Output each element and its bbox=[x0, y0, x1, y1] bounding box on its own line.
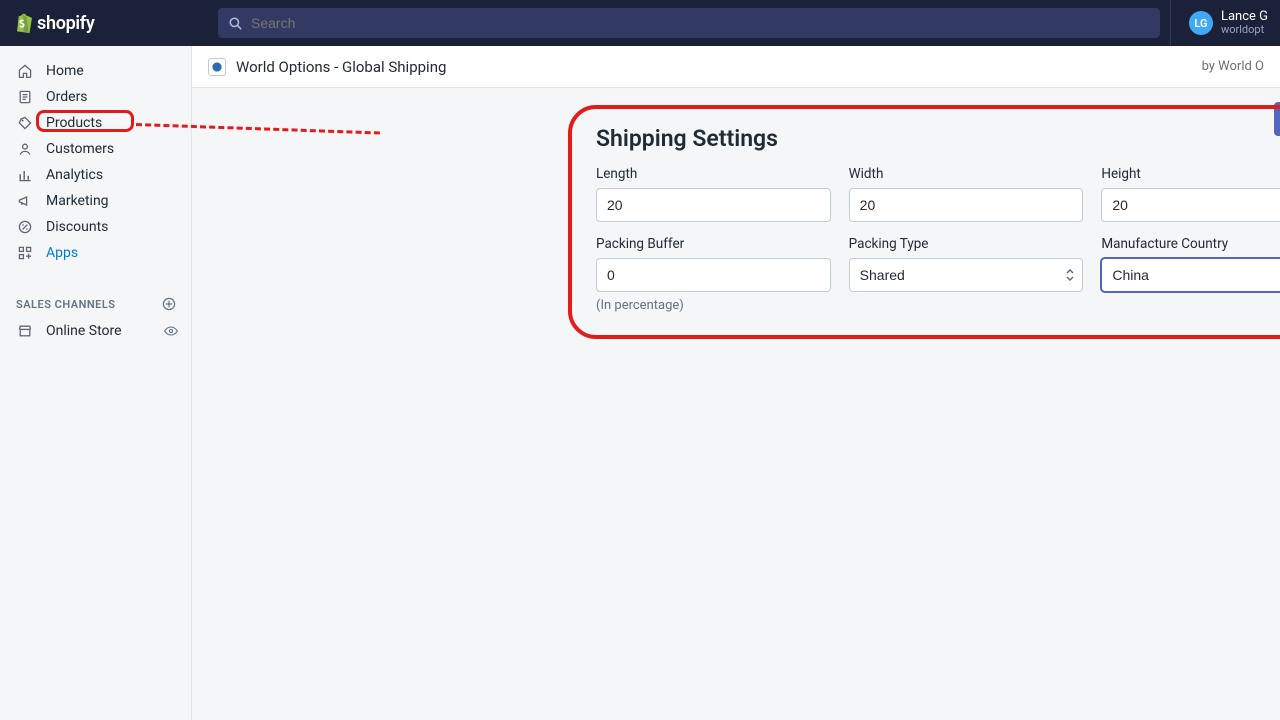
app-byline: by World O bbox=[1202, 59, 1264, 74]
sidebar-item-label: Apps bbox=[46, 245, 78, 261]
ptype-label: Packing Type bbox=[849, 236, 1084, 252]
length-label: Length bbox=[596, 166, 831, 182]
width-input[interactable] bbox=[849, 188, 1084, 222]
sidebar-item-label: Online Store bbox=[46, 323, 122, 339]
app-bar: World Options - Global Shipping by World… bbox=[192, 46, 1280, 88]
sidebar-item-marketing[interactable]: Marketing bbox=[0, 188, 191, 214]
user-meta: Lance G worldopt bbox=[1221, 10, 1268, 36]
search-wrap bbox=[192, 8, 1170, 38]
sidebar-item-orders[interactable]: Orders bbox=[0, 84, 191, 110]
avatar: LG bbox=[1189, 11, 1213, 35]
logo[interactable]: shopify bbox=[12, 12, 192, 34]
tag-icon bbox=[16, 114, 34, 132]
annotation-highlight bbox=[36, 110, 134, 132]
megaphone-icon bbox=[16, 192, 34, 210]
country-label: Manufacture Country bbox=[1101, 236, 1280, 252]
sidebar-item-discounts[interactable]: Discounts bbox=[0, 214, 191, 240]
shopify-bag-icon bbox=[12, 12, 32, 34]
content: Shipping Settings Length Width Height bbox=[192, 88, 1280, 720]
sidebar: Home Orders Products Customers Analytics… bbox=[0, 46, 192, 720]
section-header-label: SALES CHANNELS bbox=[16, 298, 116, 311]
sidebar-item-customers[interactable]: Customers bbox=[0, 136, 191, 162]
store-icon bbox=[16, 322, 34, 340]
length-input[interactable] bbox=[596, 188, 831, 222]
sidebar-item-home[interactable]: Home bbox=[0, 58, 191, 84]
user-block[interactable]: LG Lance G worldopt bbox=[1170, 0, 1280, 46]
add-channel-icon[interactable] bbox=[161, 296, 177, 312]
sidebar-item-label: Analytics bbox=[46, 167, 103, 183]
field-width: Width bbox=[849, 166, 1084, 222]
customer-icon bbox=[16, 140, 34, 158]
orders-icon bbox=[16, 88, 34, 106]
apps-icon bbox=[16, 244, 34, 262]
sidebar-item-label: Marketing bbox=[46, 193, 109, 209]
search-input[interactable] bbox=[251, 15, 1150, 31]
logo-text: shopify bbox=[37, 13, 95, 34]
buffer-label: Packing Buffer bbox=[596, 236, 831, 252]
discount-icon bbox=[16, 218, 34, 236]
ptype-select[interactable] bbox=[849, 258, 1084, 292]
search-box[interactable] bbox=[218, 8, 1160, 38]
sidebar-item-label: Home bbox=[46, 63, 84, 79]
buffer-hint: (In percentage) bbox=[596, 298, 831, 313]
main: World Options - Global Shipping by World… bbox=[192, 46, 1280, 720]
user-name: Lance G bbox=[1221, 10, 1268, 24]
field-height: Height bbox=[1101, 166, 1280, 222]
sidebar-item-apps[interactable]: Apps bbox=[0, 240, 191, 266]
app-icon bbox=[208, 58, 226, 76]
sidebar-item-analytics[interactable]: Analytics bbox=[0, 162, 191, 188]
field-length: Length bbox=[596, 166, 831, 222]
topbar: shopify LG Lance G worldopt bbox=[0, 0, 1280, 46]
search-icon bbox=[228, 16, 243, 31]
buffer-input[interactable] bbox=[596, 258, 831, 292]
height-input[interactable] bbox=[1101, 188, 1280, 222]
card-title: Shipping Settings bbox=[596, 125, 1280, 152]
sidebar-channel-online-store[interactable]: Online Store bbox=[0, 318, 191, 344]
width-label: Width bbox=[849, 166, 1084, 182]
field-packing-buffer: Packing Buffer (In percentage) bbox=[596, 236, 831, 313]
sidebar-item-label: Customers bbox=[46, 141, 114, 157]
analytics-icon bbox=[16, 166, 34, 184]
view-store-icon[interactable] bbox=[163, 323, 179, 339]
app-title: World Options - Global Shipping bbox=[236, 58, 446, 76]
home-icon bbox=[16, 62, 34, 80]
sidebar-item-label: Orders bbox=[46, 89, 88, 105]
height-label: Height bbox=[1101, 166, 1280, 182]
country-select[interactable] bbox=[1101, 258, 1280, 292]
user-sub: worldopt bbox=[1221, 24, 1268, 36]
sales-channels-header: SALES CHANNELS bbox=[0, 266, 191, 318]
shipping-settings-card: Shipping Settings Length Width Height bbox=[568, 105, 1280, 339]
field-manufacture-country: Manufacture Country bbox=[1101, 236, 1280, 313]
field-packing-type: Packing Type bbox=[849, 236, 1084, 313]
sidebar-item-label: Discounts bbox=[46, 219, 108, 235]
